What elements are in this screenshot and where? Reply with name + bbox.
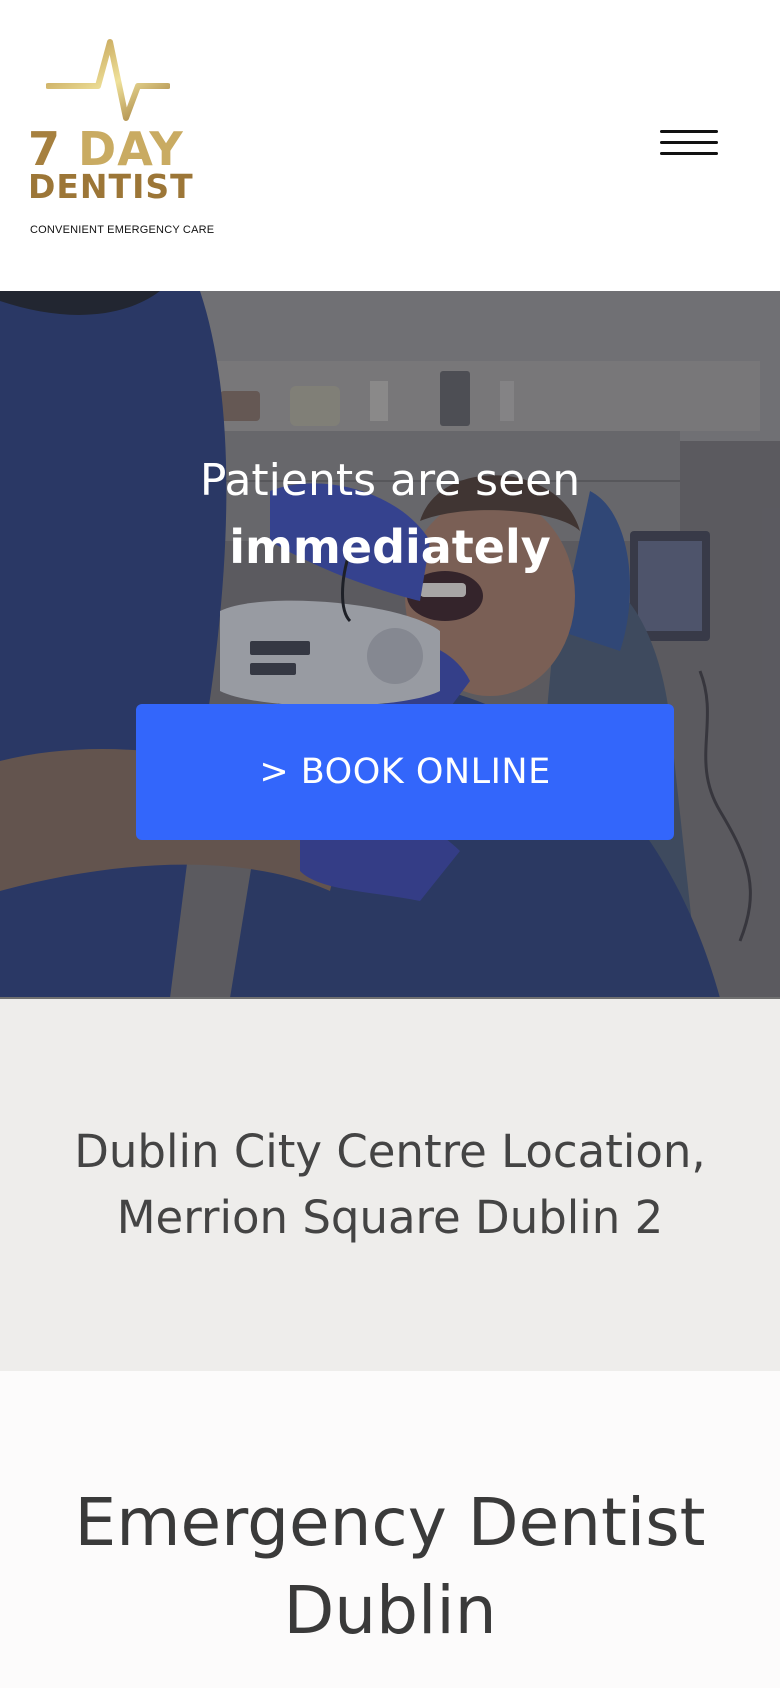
location-section: Dublin City Centre Location, Merrion Squ… <box>0 999 780 1371</box>
hero-overlay <box>0 291 780 998</box>
heartbeat-icon <box>46 39 170 121</box>
page-title: Emergency Dentist Dublin <box>30 1479 750 1655</box>
site-header: 7 DAY DENTIST CONVENIENT EMERGENCY CARE <box>0 0 780 291</box>
site-logo[interactable]: 7 DAY DENTIST CONVENIENT EMERGENCY CARE <box>28 36 214 241</box>
book-online-button[interactable]: > BOOK ONLINE <box>136 704 674 840</box>
page-title-line2: Dublin <box>283 1572 497 1649</box>
location-heading: Dublin City Centre Location, Merrion Squ… <box>40 1119 740 1251</box>
logo-tagline: CONVENIENT EMERGENCY CARE <box>30 224 215 236</box>
menu-button[interactable] <box>656 122 722 166</box>
logo-wordmark-dentist: DENTIST <box>28 167 194 206</box>
logo-wordmark-day: 7 DAY <box>28 126 184 172</box>
hero-heading-line1: Patients are seen <box>199 455 581 506</box>
hamburger-menu-icon <box>660 130 718 133</box>
location-line1: Dublin City Centre Location, <box>74 1125 706 1178</box>
hero-banner: Patients are seen immediately > BOOK ONL… <box>0 291 780 998</box>
page-title-line1: Emergency Dentist <box>74 1484 706 1561</box>
emergency-dentist-section: Emergency Dentist Dublin <box>0 1371 780 1688</box>
hamburger-menu-icon-middle <box>660 141 718 144</box>
hamburger-menu-icon-bottom <box>660 152 718 155</box>
hero-heading-line2: immediately <box>229 520 551 574</box>
location-line2: Merrion Square Dublin 2 <box>116 1191 664 1244</box>
